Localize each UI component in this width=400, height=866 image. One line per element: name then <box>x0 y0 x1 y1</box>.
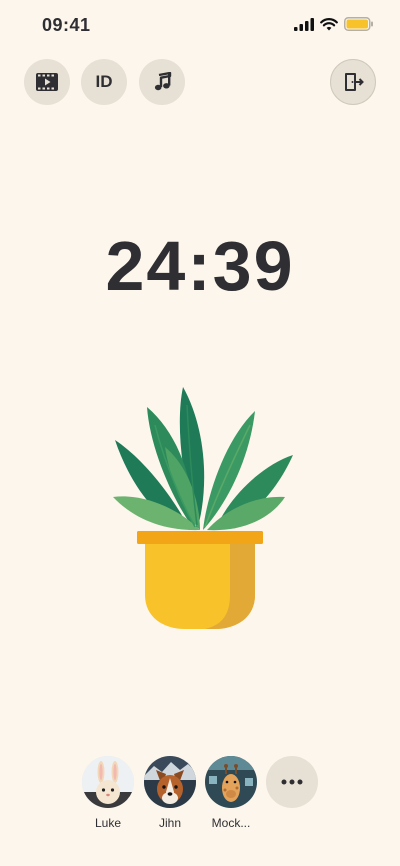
friend-name: Luke <box>94 816 122 830</box>
film-button[interactable] <box>24 59 70 105</box>
friends-row: Luke Jihn Mock... <box>0 756 400 836</box>
battery-icon <box>344 17 373 31</box>
rabbit-avatar <box>82 756 134 808</box>
status-bar: 09:41 <box>0 0 400 52</box>
exit-door-icon <box>345 73 364 91</box>
status-time: 09:41 <box>42 15 91 35</box>
id-button[interactable]: ID <box>81 59 127 105</box>
dog-avatar <box>144 756 196 808</box>
film-icon <box>36 73 58 91</box>
id-label: ID <box>95 72 113 91</box>
music-note-icon <box>154 72 172 91</box>
timer-display: 24:39 <box>105 227 295 305</box>
more-dots-icon <box>281 779 303 785</box>
wifi-icon <box>320 17 338 30</box>
potted-plant-illustration <box>113 387 293 629</box>
more-friends-button[interactable] <box>266 756 318 808</box>
friend-mock[interactable]: Mock... <box>203 756 259 830</box>
giraffe-avatar <box>205 756 257 808</box>
signal-icon <box>294 17 314 31</box>
friend-luke[interactable]: Luke <box>80 756 136 830</box>
friend-name: Mock... <box>211 816 251 830</box>
music-button[interactable] <box>139 59 185 105</box>
exit-button[interactable] <box>330 59 376 105</box>
friend-jihn[interactable]: Jihn <box>142 756 198 830</box>
friend-name: Jihn <box>158 816 181 830</box>
status-icons <box>294 17 374 31</box>
